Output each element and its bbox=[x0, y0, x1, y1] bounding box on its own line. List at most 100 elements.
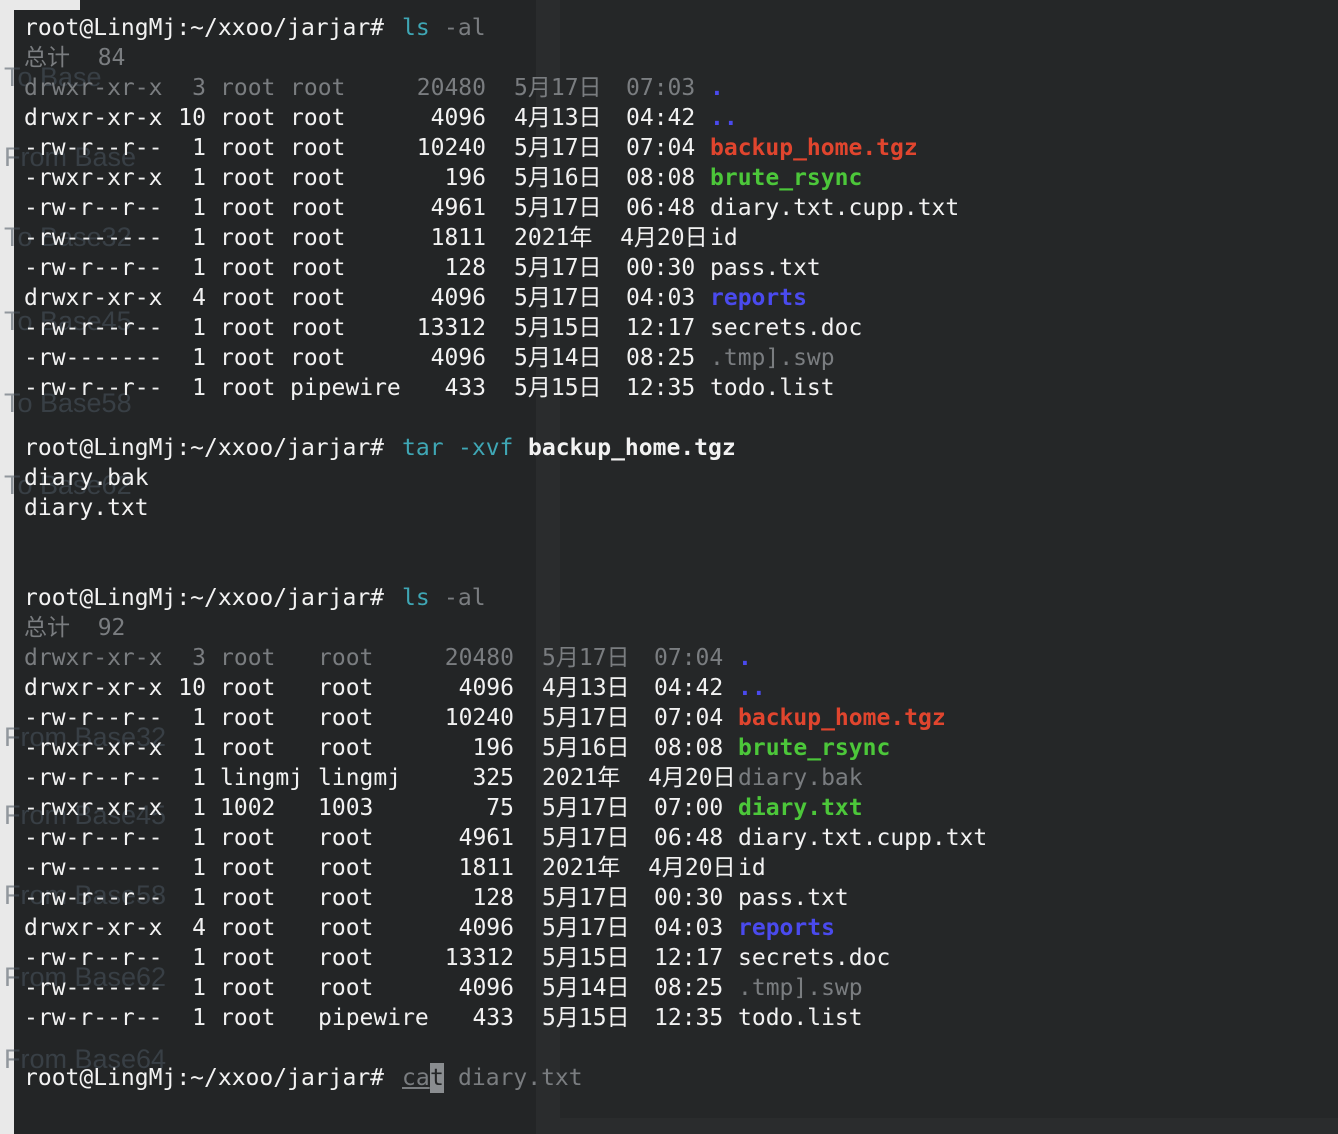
command: ca bbox=[402, 1065, 430, 1091]
file-size: 4096 bbox=[458, 675, 514, 701]
table-row: drwxr-xr-x 4 root root 4096 5月17日 04:03 reports bbox=[14, 913, 1338, 943]
command: tar bbox=[402, 435, 444, 461]
group: root bbox=[318, 825, 374, 851]
permissions: drwxr-xr-x bbox=[24, 75, 163, 101]
link-count: 1 bbox=[192, 165, 206, 191]
date: 2021年 4月20日 bbox=[542, 855, 736, 881]
table-row: -rw-r--r-- 1 root root 4961 5月17日 06:48 diary.t… bbox=[14, 823, 1338, 853]
owner: root bbox=[220, 645, 276, 671]
date: 4月13日 bbox=[514, 105, 602, 131]
link-count: 1 bbox=[192, 735, 206, 761]
time: 07:04 bbox=[654, 645, 724, 671]
owner: root bbox=[220, 165, 276, 191]
prompt-line: root@LingMj:~/xxoo/jarjar# tar -xvf backup_… bbox=[14, 433, 1338, 463]
group: root bbox=[290, 165, 346, 191]
date: 5月17日 bbox=[542, 915, 630, 941]
file-size: 433 bbox=[444, 375, 486, 401]
owner: lingmj bbox=[220, 765, 304, 791]
time: 04:03 bbox=[626, 285, 696, 311]
file-name: pass.txt bbox=[738, 885, 849, 911]
prompt-line: root@LingMj:~/xxoo/jarjar# ls -al bbox=[14, 583, 1338, 613]
table-row: drwxr-xr-x 3 root root 20480 5月17日 07:04. bbox=[14, 643, 1338, 673]
group: pipewire bbox=[290, 375, 401, 401]
cursor: t bbox=[430, 1063, 444, 1093]
permissions: drwxr-xr-x bbox=[24, 285, 163, 311]
group: root bbox=[318, 705, 374, 731]
output-line: diary.txt bbox=[14, 493, 1338, 523]
group: root bbox=[318, 915, 374, 941]
owner: root bbox=[220, 255, 276, 281]
date: 5月14日 bbox=[514, 345, 602, 371]
file-size: 196 bbox=[444, 165, 486, 191]
link-count: 1 bbox=[192, 375, 206, 401]
table-row: -rw-r--r-- 1 root root 128 5月17日 00:30 pass.txt bbox=[14, 253, 1338, 283]
permissions: -rw-r--r-- bbox=[24, 135, 163, 161]
table-row: -rw-r--r-- 1 root root 10240 5月17日 07:04 backup… bbox=[14, 703, 1338, 733]
time: 00:30 bbox=[626, 255, 696, 281]
time: 04:03 bbox=[654, 915, 724, 941]
file-name: id bbox=[710, 225, 738, 251]
permissions: -rw------- bbox=[24, 225, 163, 251]
owner: root bbox=[220, 885, 276, 911]
time: 07:04 bbox=[654, 705, 724, 731]
link-count: 1 bbox=[192, 255, 206, 281]
table-row: -rw-r--r-- 1 root root 4961 5月17日 06:48 diary.t… bbox=[14, 193, 1338, 223]
link-count: 1 bbox=[192, 315, 206, 341]
terminal-output[interactable]: root@LingMj:~/xxoo/jarjar# ls -al 总计 84 drwx… bbox=[14, 13, 1338, 1093]
time: 08:08 bbox=[626, 165, 696, 191]
permissions: -rw-r--r-- bbox=[24, 705, 163, 731]
owner: root bbox=[220, 855, 276, 881]
date: 5月17日 bbox=[514, 285, 602, 311]
group: root bbox=[318, 735, 374, 761]
file-size: 4096 bbox=[430, 285, 486, 311]
permissions: -rw-r--r-- bbox=[24, 885, 163, 911]
link-count: 1 bbox=[192, 195, 206, 221]
file-size: 13312 bbox=[416, 315, 486, 341]
group: pipewire bbox=[318, 1005, 429, 1031]
group: lingmj bbox=[318, 765, 402, 791]
command-arg: -al bbox=[444, 585, 486, 611]
group: root bbox=[318, 645, 374, 671]
table-row: drwxr-xr-x 4 root root 4096 5月17日 04:03 reports bbox=[14, 283, 1338, 313]
time: 08:25 bbox=[626, 345, 696, 371]
link-count: 10 bbox=[178, 675, 206, 701]
file-size: 196 bbox=[472, 735, 514, 761]
total-line: 总计 84 bbox=[14, 43, 1338, 73]
time: 12:35 bbox=[654, 1005, 724, 1031]
table-row: -rwxr-xr-x 1 root root 196 5月16日 08:08 brute_rs… bbox=[14, 163, 1338, 193]
owner: root bbox=[220, 1005, 276, 1031]
total-count: 总计 84 bbox=[24, 45, 126, 71]
file-name: id bbox=[738, 855, 766, 881]
permissions: -rw------- bbox=[24, 855, 163, 881]
group: root bbox=[290, 135, 346, 161]
table-row: -rw------- 1 root root 1811 2021年 4月20日 id bbox=[14, 853, 1338, 883]
time: 04:42 bbox=[626, 105, 696, 131]
permissions: -rw-r--r-- bbox=[24, 375, 163, 401]
link-count: 4 bbox=[192, 285, 206, 311]
file-size: 325 bbox=[472, 765, 514, 791]
time: 06:48 bbox=[654, 825, 724, 851]
file-size: 4096 bbox=[458, 975, 514, 1001]
extracted-file: diary.bak bbox=[24, 465, 149, 491]
file-name: brute_rsync bbox=[738, 735, 891, 761]
file-size: 20480 bbox=[444, 645, 514, 671]
command-arg: -al bbox=[444, 15, 486, 41]
file-size: 10240 bbox=[416, 135, 486, 161]
permissions: -rw-r--r-- bbox=[24, 1005, 163, 1031]
link-count: 1 bbox=[192, 975, 206, 1001]
file-name: secrets.doc bbox=[738, 945, 891, 971]
time: 08:25 bbox=[654, 975, 724, 1001]
file-size: 1811 bbox=[458, 855, 514, 881]
output-line: diary.bak bbox=[14, 463, 1338, 493]
file-size: 4096 bbox=[430, 105, 486, 131]
owner: root bbox=[220, 915, 276, 941]
time: 07:03 bbox=[626, 75, 696, 101]
command-arg: diary.txt bbox=[458, 1065, 583, 1091]
link-count: 1 bbox=[192, 855, 206, 881]
total-line: 总计 92 bbox=[14, 613, 1338, 643]
date: 5月17日 bbox=[542, 885, 630, 911]
link-count: 1 bbox=[192, 795, 206, 821]
command: ls bbox=[402, 15, 430, 41]
